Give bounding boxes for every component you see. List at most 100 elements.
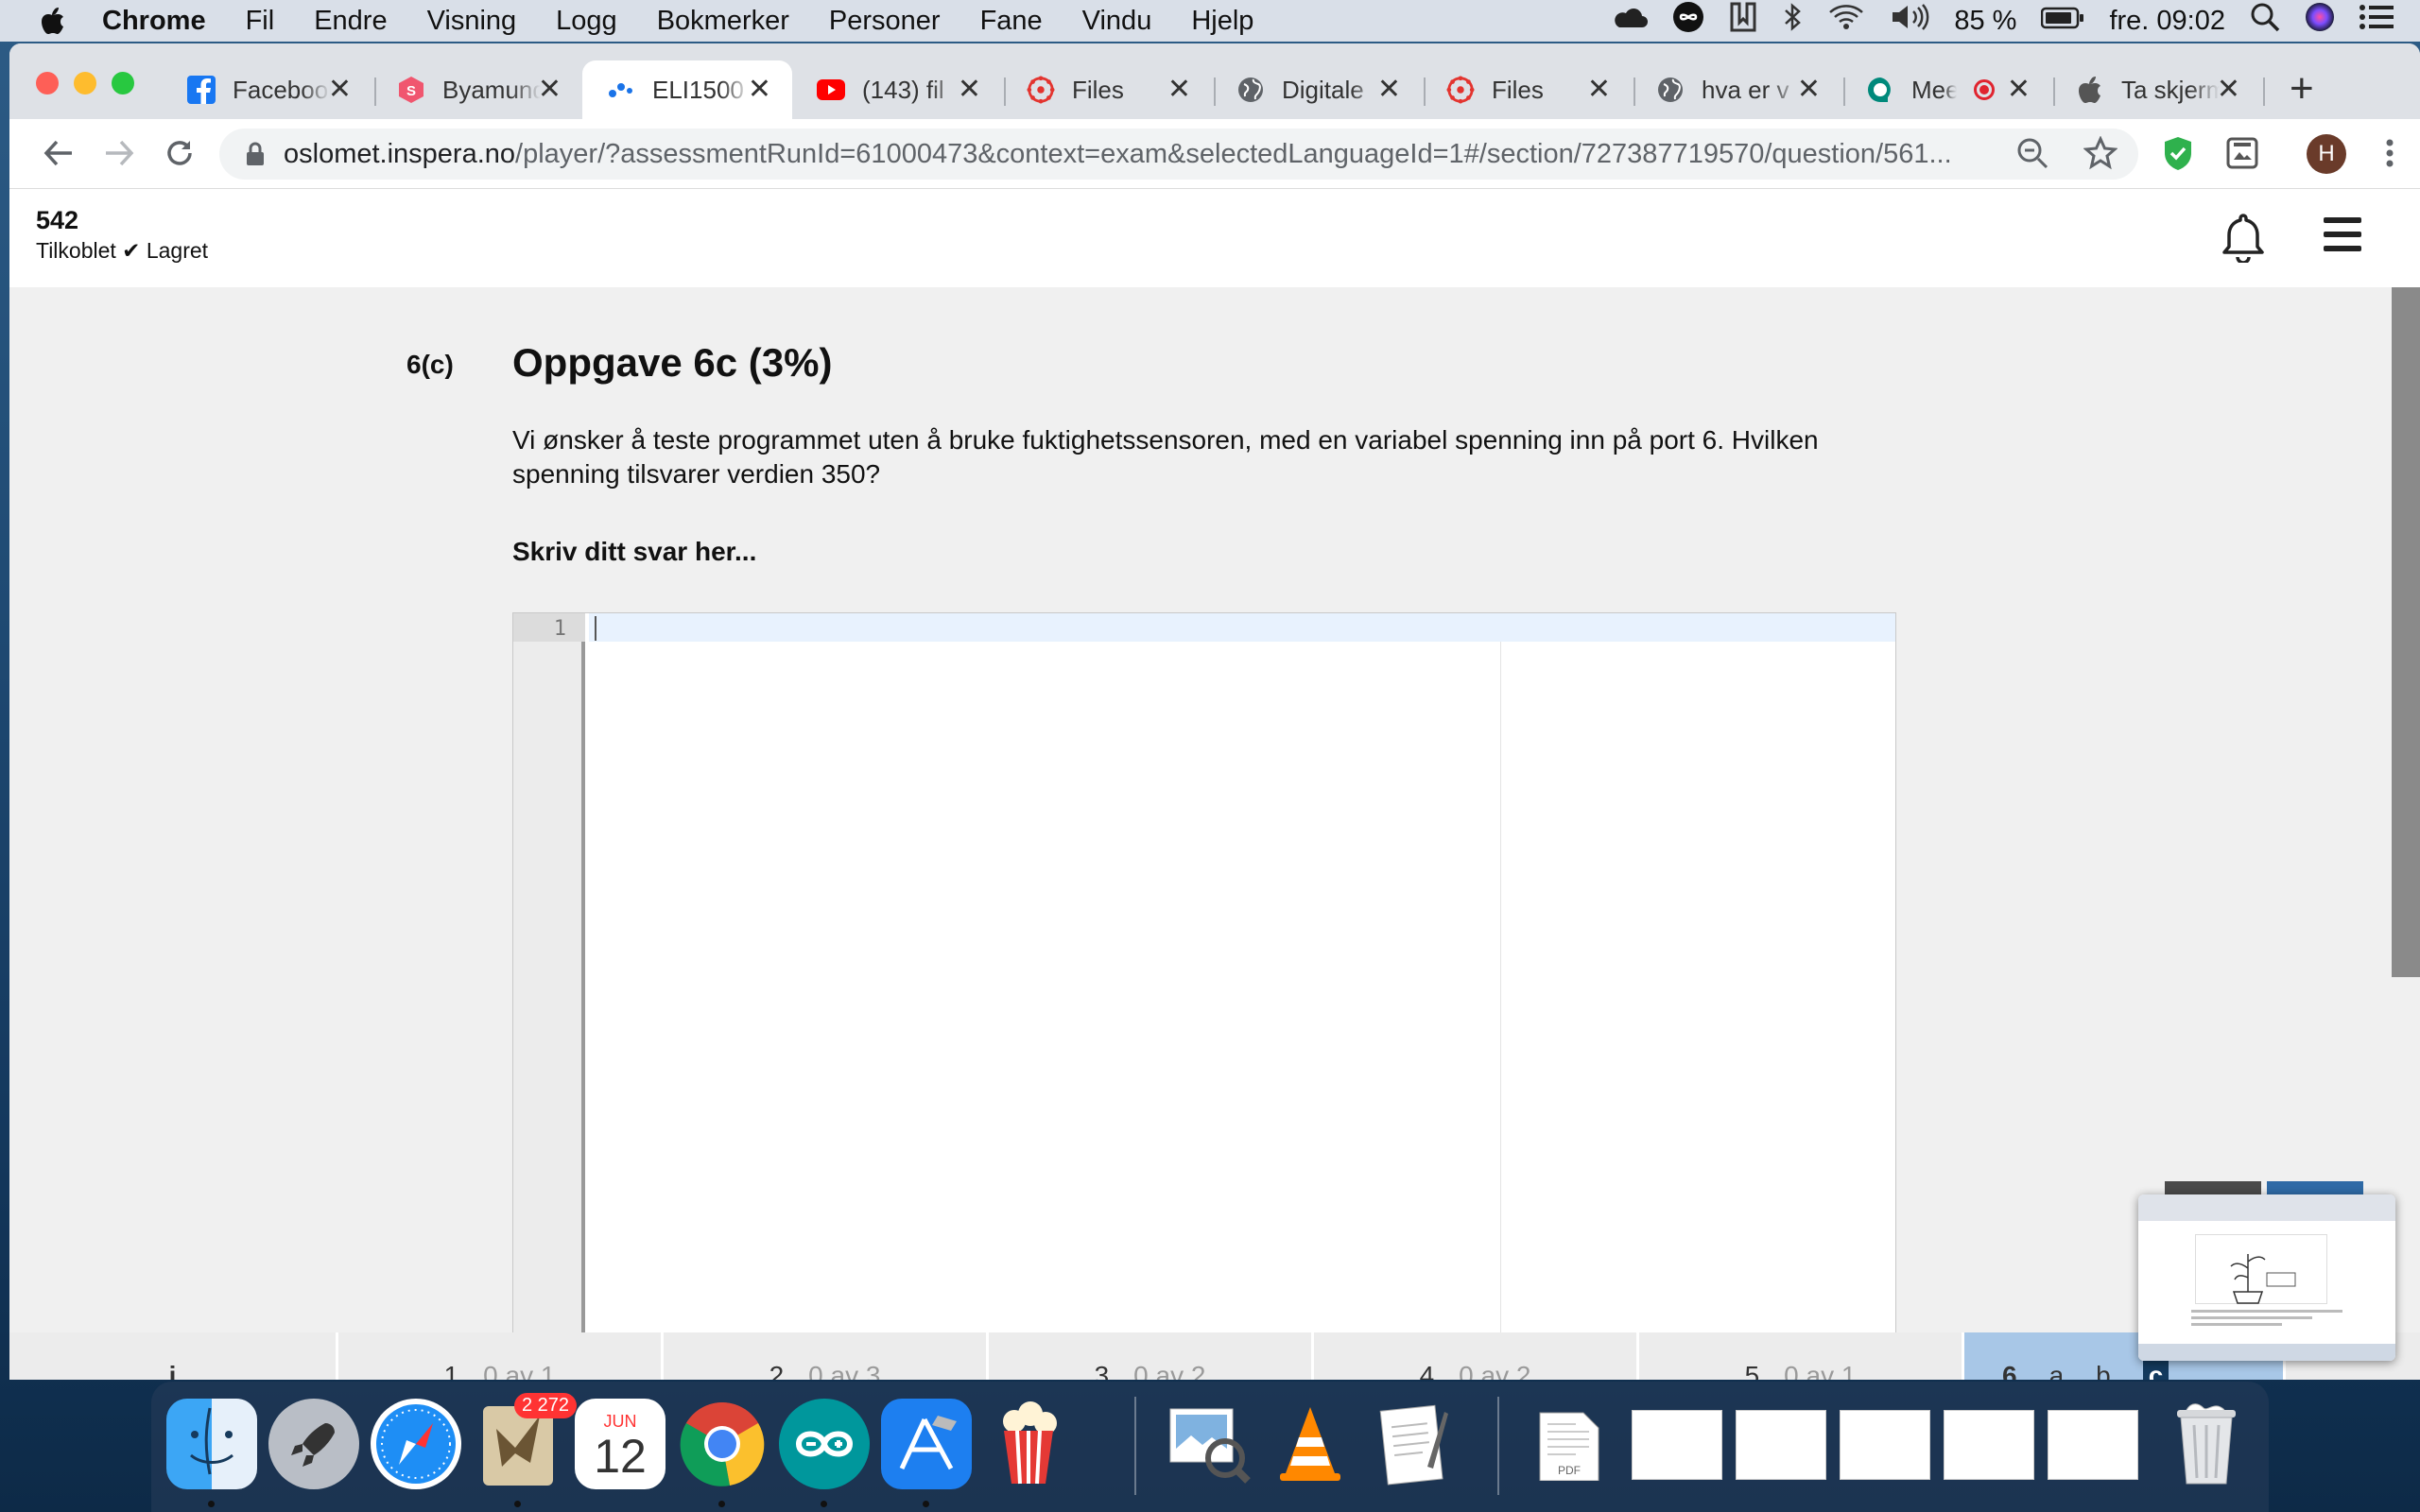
tab-digitale[interactable]: Digitale ✕ [1212,60,1422,119]
tab-byamund[interactable]: S Byamund ✕ [372,60,582,119]
volume-icon[interactable] [1890,3,1929,39]
new-tab-button[interactable]: + [2290,68,2314,110]
scrollbar-thumb[interactable] [2392,287,2420,977]
close-tab-icon[interactable]: ✕ [958,76,981,104]
code-answer-editor[interactable]: 1 [512,612,1896,1380]
apple-menu-icon[interactable] [36,7,70,35]
macos-menubar: Chrome Fil Endre Visning Logg Bokmerker … [0,0,2420,42]
menu-people[interactable]: Personer [829,6,941,37]
recent-document-thumbnail[interactable] [1632,1410,1722,1480]
info-button[interactable]: i [9,1332,338,1380]
subquestion-b[interactable]: b [2096,1361,2111,1380]
menu-help[interactable]: Hjelp [1191,6,1253,37]
question-nav-progress: 0 av 1 [1784,1361,1857,1380]
fullscreen-window-button[interactable] [112,72,134,94]
tab-hva-er[interactable]: hva er v ✕ [1632,60,1841,119]
close-window-button[interactable] [36,72,59,94]
preview-icon[interactable] [1163,1399,1253,1489]
close-tab-icon[interactable]: ✕ [2217,76,2240,104]
menu-edit[interactable]: Endre [314,6,387,37]
spotlight-search-icon[interactable] [2250,2,2280,40]
extension-icon[interactable] [2221,132,2263,174]
infinity-app-icon[interactable] [1672,1,1704,41]
close-tab-icon[interactable]: ✕ [1377,76,1401,104]
tab-title: Byamund [442,75,541,104]
tab-ta-skjerm[interactable]: Ta skjerm ✕ [2051,60,2261,119]
close-tab-icon[interactable]: ✕ [538,76,562,104]
close-tab-icon[interactable]: ✕ [2007,76,2031,104]
reload-button[interactable] [159,132,200,174]
profile-avatar[interactable]: H [2307,134,2346,174]
trash-icon[interactable] [2161,1399,2252,1489]
menu-bookmarks[interactable]: Bokmerker [657,6,789,37]
question-nav-progress: 0 av 3 [808,1361,881,1380]
menu-file[interactable]: Fil [246,6,275,37]
screenshot-preview-thumbnail[interactable] [2138,1194,2395,1361]
tab-eli1500-active[interactable]: ELI1500 ✕ [582,60,792,119]
close-tab-icon[interactable]: ✕ [1167,76,1191,104]
vlc-icon[interactable] [1265,1399,1356,1489]
recent-document-thumbnail[interactable] [1840,1410,1930,1480]
window-controls [36,72,134,94]
zoom-icon[interactable] [2015,136,2049,178]
question-nav-2[interactable]: 2 0 av 3 [664,1332,989,1380]
textedit-icon[interactable] [1367,1399,1458,1489]
tab-files-1[interactable]: Files ✕ [1002,60,1212,119]
text-cursor [595,616,596,641]
menu-view[interactable]: Visning [427,6,517,37]
launchpad-icon[interactable] [268,1399,359,1489]
battery-percent[interactable]: 85 % [1954,6,2016,37]
question-nav-5[interactable]: 5 0 av 1 [1639,1332,1964,1380]
close-tab-icon[interactable]: ✕ [328,76,352,104]
chrome-app-icon[interactable] [677,1399,768,1489]
byamund-icon: S [397,76,425,104]
menu-window[interactable]: Vindu [1082,6,1152,37]
question-nav-1[interactable]: 1 0 av 1 [338,1332,664,1380]
editor-text-input[interactable] [589,613,1895,642]
finder-icon[interactable] [166,1399,257,1489]
pdf-document-icon[interactable]: PDF [1524,1399,1615,1489]
bluetooth-icon[interactable] [1782,2,1803,40]
adblock-shield-icon[interactable] [2157,132,2199,174]
close-tab-icon[interactable]: ✕ [1797,76,1821,104]
minimize-window-button[interactable] [74,72,96,94]
subquestion-a[interactable]: a [2049,1361,2065,1380]
calendar-icon[interactable]: JUN 12 [575,1399,666,1489]
tab-meet[interactable]: Mee ✕ [1841,60,2051,119]
tab-facebook[interactable]: Facebook ✕ [163,60,372,119]
recent-document-thumbnail[interactable] [1736,1410,1826,1480]
menu-tab[interactable]: Fane [980,6,1043,37]
tab-title: Digitale [1282,75,1364,104]
notification-center-icon[interactable] [2360,4,2394,38]
recent-document-thumbnail[interactable] [1944,1410,2034,1480]
tab-files-2[interactable]: Files ✕ [1422,60,1632,119]
battery-icon[interactable] [2041,6,2084,37]
safari-icon[interactable] [371,1399,461,1489]
question-nav-3[interactable]: 3 0 av 2 [989,1332,1314,1380]
xcode-icon[interactable] [881,1399,972,1489]
chrome-menu-icon[interactable] [2369,132,2411,174]
wifi-icon[interactable] [1827,3,1865,39]
close-tab-icon[interactable]: ✕ [1587,76,1611,104]
tab-youtube[interactable]: (143) fil ✕ [792,60,1002,119]
hamburger-menu-icon[interactable] [2324,217,2361,251]
onedrive-icon[interactable] [1610,5,1649,37]
subquestion-c-selected[interactable]: c [2142,1361,2169,1380]
back-button[interactable] [38,132,79,174]
lock-icon[interactable] [246,142,265,166]
siri-icon[interactable] [2305,2,2335,40]
mail-app-icon[interactable]: 2 272 [473,1393,577,1489]
bookmark-star-icon[interactable] [2083,135,2118,178]
menubar-clock[interactable]: fre. 09:02 [2109,6,2225,37]
popcorn-time-icon[interactable] [983,1399,1074,1489]
notification-bell-icon[interactable] [2218,210,2269,265]
address-bar[interactable]: oslomet.inspera.no/player/?assessmentRun… [219,129,2138,180]
close-tab-icon[interactable]: ✕ [748,76,771,104]
forward-button[interactable] [98,132,140,174]
menu-history[interactable]: Logg [556,6,617,37]
question-nav-4[interactable]: 4 0 av 2 [1314,1332,1639,1380]
mindnode-icon[interactable] [1729,1,1757,41]
menu-app-name[interactable]: Chrome [102,6,206,37]
recent-document-thumbnail[interactable] [2048,1410,2138,1480]
arduino-icon[interactable] [779,1399,870,1489]
